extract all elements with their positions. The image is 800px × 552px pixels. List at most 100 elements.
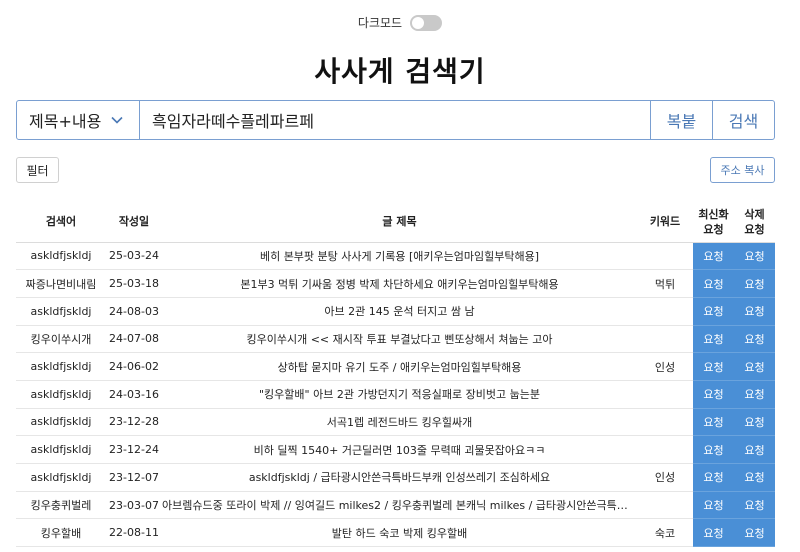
- request-label: 요청: [744, 360, 765, 374]
- cell-searcher: askldfjskldj: [16, 435, 106, 464]
- table-row[interactable]: askldfjskldj 24-08-03 아브 2관 145 운석 터지고 쌈 남…: [16, 297, 775, 326]
- cell-title[interactable]: 베히 본부팟 분탕 사사게 기록용 [애키우는엄마임힐부탁해용]: [162, 242, 637, 271]
- cell-date: 23-12-28: [106, 408, 162, 437]
- request-label: 요청: [744, 443, 765, 457]
- request-label: 요청: [703, 443, 724, 457]
- cell-keyword: 인성: [637, 463, 693, 492]
- request-label: 요청: [744, 277, 765, 291]
- cell-title[interactable]: "킹우할배" 아브 2관 가방던지기 적응실패로 장비벗고 눕는분: [162, 380, 637, 409]
- filter-button[interactable]: 필터: [16, 157, 59, 183]
- refresh-request-button[interactable]: 요청: [693, 352, 734, 381]
- delete-request-button[interactable]: 요청: [734, 463, 775, 492]
- cell-title[interactable]: askldfjskldj / 급타광시안쓴극특바드부캐 인성쓰레기 조심하세요: [162, 463, 637, 492]
- request-label: 요청: [703, 332, 724, 346]
- cell-title[interactable]: 아브렘슈드중 또라이 박제 // 잉여길드 milkes2 / 킹우충퀴벌레 본…: [162, 491, 637, 520]
- darkmode-row: 다크모드: [0, 14, 800, 31]
- cell-keyword: [637, 380, 693, 409]
- darkmode-toggle[interactable]: [410, 14, 443, 31]
- cell-title[interactable]: 킹우이쑤시개 << 재시작 투표 부결났다고 삔또상해서 쳐눕는 고아: [162, 325, 637, 354]
- search-mode-select[interactable]: 제목+내용: [17, 101, 140, 139]
- table-row[interactable]: 킹우할배 22-08-11 발탄 하드 숙코 박제 킹우할배 숙코 요청 요청: [16, 518, 775, 548]
- cell-keyword: 인성: [637, 352, 693, 381]
- delete-request-button[interactable]: 요청: [734, 242, 775, 271]
- cell-keyword: [637, 325, 693, 354]
- paste-button[interactable]: 복붙: [650, 101, 712, 139]
- request-label: 요청: [703, 360, 724, 374]
- header-refresh-request: 최신화 요청: [693, 202, 734, 243]
- cell-keyword: 숙코: [637, 518, 693, 548]
- header-searcher: 검색어: [16, 202, 106, 243]
- cell-title[interactable]: 비하 딜찍 1540+ 거근딜러면 103줄 무력때 괴물못잡아요ㅋㅋ: [162, 435, 637, 464]
- request-label: 요청: [744, 388, 765, 402]
- cell-title[interactable]: 상하탑 묻지마 유기 도주 / 애키우는엄마임힐부탁해용: [162, 352, 637, 381]
- delete-request-button[interactable]: 요청: [734, 325, 775, 354]
- refresh-request-button[interactable]: 요청: [693, 491, 734, 520]
- table-row[interactable]: 킹우이쑤시개 24-07-08 킹우이쑤시개 << 재시작 투표 부결났다고 삔또상…: [16, 325, 775, 354]
- delete-request-button[interactable]: 요청: [734, 297, 775, 326]
- refresh-request-button[interactable]: 요청: [693, 242, 734, 271]
- cell-keyword: [637, 435, 693, 464]
- toggle-knob: [412, 16, 425, 29]
- delete-request-button[interactable]: 요청: [734, 491, 775, 520]
- cell-date: 22-08-11: [106, 518, 162, 548]
- header-delete-request: 삭제 요청: [734, 202, 775, 243]
- search-bar: 제목+내용 흑임자라떼수플레파르페 복붙 검색: [16, 100, 775, 140]
- cell-title[interactable]: 아브 2관 145 운석 터지고 쌈 남: [162, 297, 637, 326]
- refresh-request-button[interactable]: 요청: [693, 463, 734, 492]
- table-row[interactable]: askldfjskldj 23-12-28 서곡1렙 레전드바드 킹우힐싸개 요청 요청: [16, 408, 775, 437]
- results-table: 검색어 작성일 글 제목 키워드 최신화 요청 삭제 요청 askldfjskl…: [16, 202, 775, 548]
- table-row[interactable]: askldfjskldj 23-12-24 비하 딜찍 1540+ 거근딜러면 10…: [16, 435, 775, 464]
- cell-date: 23-12-07: [106, 463, 162, 492]
- table-row[interactable]: askldfjskldj 24-06-02 상하탑 묻지마 유기 도주 / 애키우는…: [16, 352, 775, 381]
- copy-address-button[interactable]: 주소 복사: [710, 157, 775, 183]
- header-delete-line2: 요청: [744, 222, 765, 236]
- table-row[interactable]: askldfjskldj 23-12-07 askldfjskldj / 급타광시안…: [16, 463, 775, 492]
- table-header-row: 검색어 작성일 글 제목 키워드 최신화 요청 삭제 요청: [16, 202, 775, 243]
- refresh-request-button[interactable]: 요청: [693, 380, 734, 409]
- request-label: 요청: [744, 499, 765, 513]
- delete-request-button[interactable]: 요청: [734, 435, 775, 464]
- search-button[interactable]: 검색: [712, 101, 774, 139]
- delete-request-button[interactable]: 요청: [734, 408, 775, 437]
- refresh-request-button[interactable]: 요청: [693, 435, 734, 464]
- table-row[interactable]: 짜증나면비내림 25-03-18 본1부3 먹튀 기싸움 정병 박제 차단하세요 애…: [16, 269, 775, 298]
- cell-searcher: 킹우충퀴벌레: [16, 491, 106, 520]
- cell-date: 25-03-24: [106, 242, 162, 271]
- cell-title[interactable]: 발탄 하드 숙코 박제 킹우할배: [162, 518, 637, 548]
- cell-date: 24-07-08: [106, 325, 162, 354]
- table-row[interactable]: 킹우충퀴벌레 23-03-07 아브렘슈드중 또라이 박제 // 잉여길드 milk…: [16, 491, 775, 520]
- request-label: 요청: [744, 305, 765, 319]
- header-title: 글 제목: [162, 202, 637, 243]
- refresh-request-button[interactable]: 요청: [693, 408, 734, 437]
- header-delete-line1: 삭제: [744, 207, 765, 221]
- cell-date: 24-08-03: [106, 297, 162, 326]
- delete-request-button[interactable]: 요청: [734, 518, 775, 548]
- cell-searcher: 킹우이쑤시개: [16, 325, 106, 354]
- cell-searcher: askldfjskldj: [16, 463, 106, 492]
- request-label: 요청: [744, 332, 765, 346]
- cell-keyword: [637, 242, 693, 271]
- cell-searcher: askldfjskldj: [16, 408, 106, 437]
- refresh-request-button[interactable]: 요청: [693, 297, 734, 326]
- cell-title[interactable]: 본1부3 먹튀 기싸움 정병 박제 차단하세요 애키우는엄마임힐부탁해용: [162, 269, 637, 298]
- refresh-request-button[interactable]: 요청: [693, 269, 734, 298]
- cell-keyword: [637, 491, 693, 520]
- delete-request-button[interactable]: 요청: [734, 352, 775, 381]
- cell-searcher: askldfjskldj: [16, 297, 106, 326]
- search-input[interactable]: 흑임자라떼수플레파르페: [140, 101, 650, 139]
- cell-searcher: askldfjskldj: [16, 380, 106, 409]
- cell-date: 24-06-02: [106, 352, 162, 381]
- table-row[interactable]: askldfjskldj 24-03-16 "킹우할배" 아브 2관 가방던지기 적…: [16, 380, 775, 409]
- table-row[interactable]: askldfjskldj 25-03-24 베히 본부팟 분탕 사사게 기록용 [애…: [16, 242, 775, 271]
- table-body: askldfjskldj 25-03-24 베히 본부팟 분탕 사사게 기록용 [애…: [16, 242, 775, 548]
- refresh-request-button[interactable]: 요청: [693, 325, 734, 354]
- delete-request-button[interactable]: 요청: [734, 269, 775, 298]
- delete-request-button[interactable]: 요청: [734, 380, 775, 409]
- cell-date: 24-03-16: [106, 380, 162, 409]
- page-title: 사사게 검색기: [314, 55, 486, 88]
- request-label: 요청: [703, 388, 724, 402]
- refresh-request-button[interactable]: 요청: [693, 518, 734, 548]
- request-label: 요청: [703, 526, 724, 540]
- request-label: 요청: [703, 499, 724, 513]
- cell-title[interactable]: 서곡1렙 레전드바드 킹우힐싸개: [162, 408, 637, 437]
